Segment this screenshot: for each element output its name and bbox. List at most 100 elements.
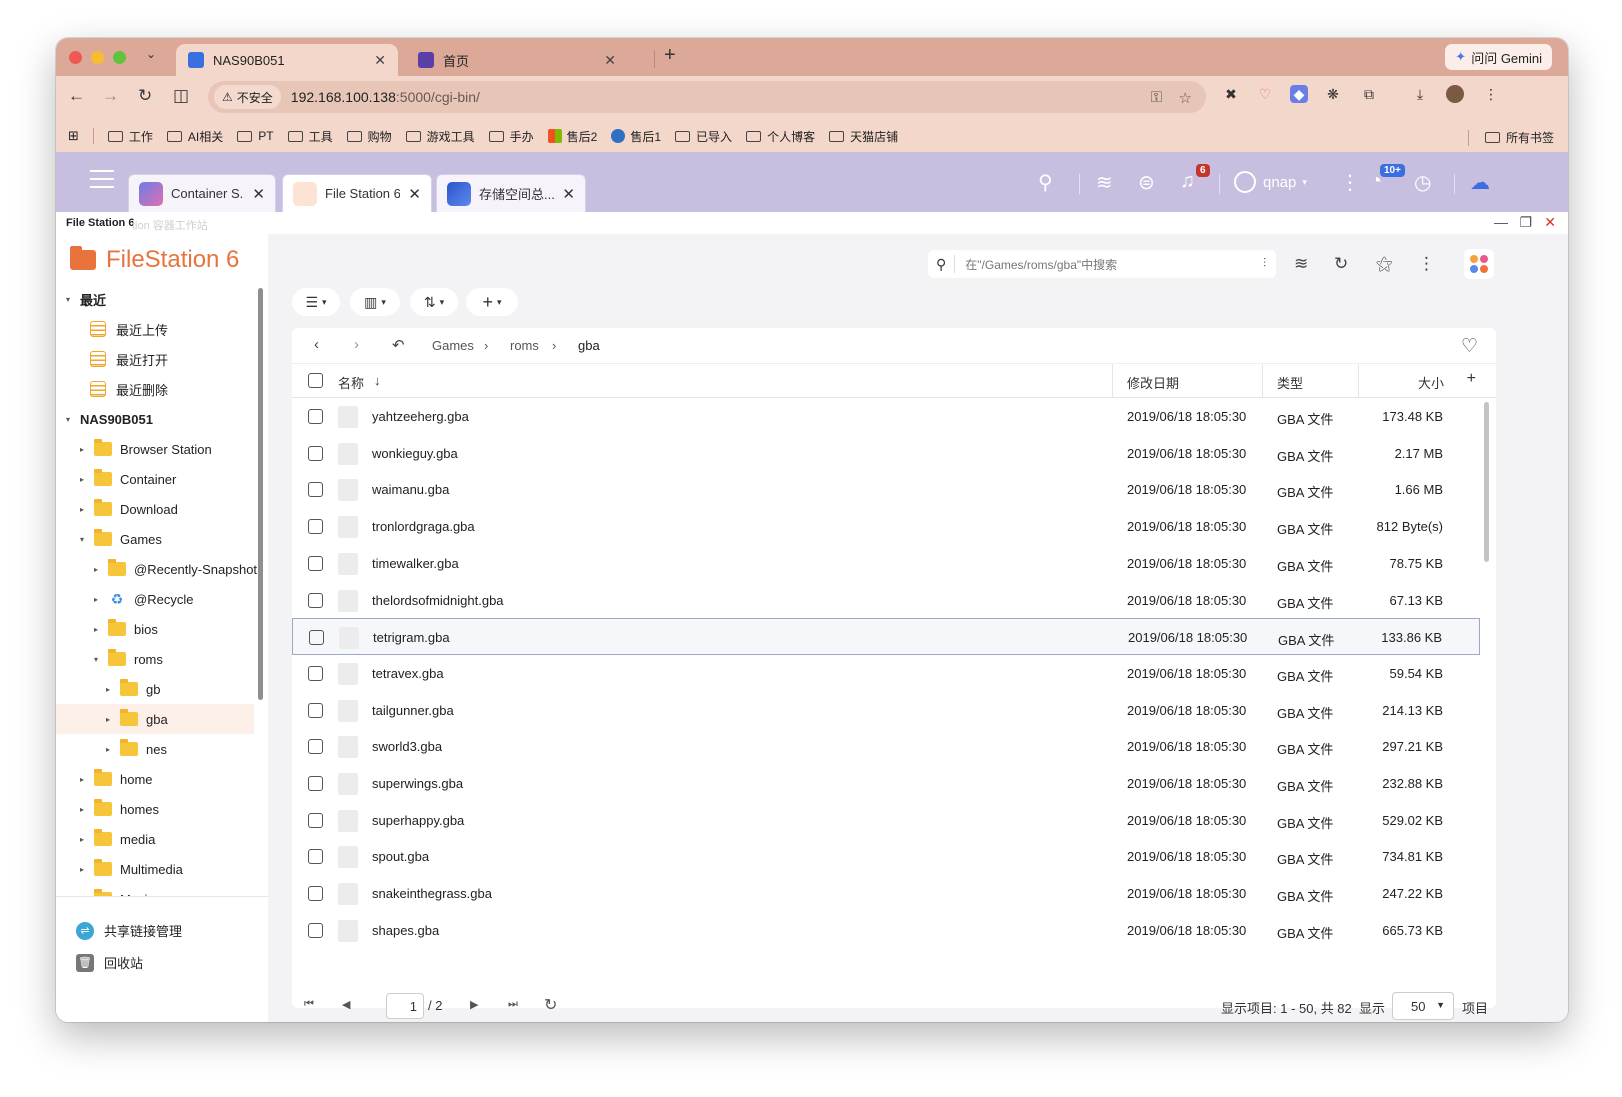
row-checkbox[interactable] — [308, 922, 323, 938]
column-header-name[interactable]: 名称 — [338, 373, 364, 392]
favorite-heart-icon[interactable]: ♡ — [1461, 335, 1478, 358]
browser-tab-home[interactable]: 首页 ✕ — [406, 44, 628, 76]
qnap-tab-file-station[interactable]: File Station 6 ✕ — [282, 174, 432, 212]
caret-right-icon[interactable]: ▸ — [76, 865, 88, 874]
tree-item[interactable]: ▸ ♻ @Recycle — [56, 584, 254, 614]
background-tasks-icon[interactable]: ≋ — [1096, 170, 1113, 195]
panel-dropdown[interactable]: ▥ ▾ — [350, 288, 400, 316]
table-row[interactable]: superhappy.gba 2019/06/18 18:05:30 GBA 文件 5… — [292, 802, 1480, 839]
sort-dropdown[interactable]: ⇅ ▾ — [410, 288, 458, 316]
tree-item[interactable]: ▸ homes — [56, 794, 254, 824]
file-name[interactable]: superhappy.gba — [372, 813, 464, 828]
column-header-size[interactable]: 大小 — [1418, 373, 1444, 392]
main-menu-icon[interactable] — [90, 170, 114, 188]
caret-right-icon[interactable]: ▸ — [76, 835, 88, 844]
close-window-button[interactable] — [69, 51, 82, 64]
maximize-app-icon[interactable]: ❐ — [1519, 214, 1532, 231]
table-row[interactable]: tetrigram.gba 2019/06/18 18:05:30 GBA 文件 13… — [292, 618, 1480, 656]
row-checkbox[interactable] — [308, 665, 323, 681]
close-app-tab-icon[interactable]: ✕ — [562, 185, 575, 203]
file-list-scrollbar[interactable] — [1484, 402, 1489, 562]
table-row[interactable]: thelordsofmidnight.gba 2019/06/18 18:05:3… — [292, 582, 1480, 619]
password-key-icon[interactable]: ⚿ — [1151, 89, 1162, 106]
refresh-icon[interactable]: ↻ — [1334, 254, 1348, 274]
file-name[interactable]: waimanu.gba — [372, 482, 449, 497]
caret-right-icon[interactable]: ▸ — [102, 745, 114, 754]
extensions-puzzle-icon[interactable]: ⧉ — [1360, 85, 1378, 103]
close-tab-icon[interactable]: ✕ — [374, 52, 386, 69]
background-tasks-icon[interactable]: ≋ — [1294, 254, 1308, 274]
address-bar[interactable]: ⚠ 不安全 192.168.100.138:5000/cgi-bin/ ⚿ ☆ — [208, 81, 1206, 113]
tree-item[interactable]: ▸ Download — [56, 494, 254, 524]
table-row[interactable]: tetravex.gba 2019/06/18 18:05:30 GBA 文件 59.… — [292, 655, 1480, 692]
table-row[interactable]: shapes.gba 2019/06/18 18:05:30 GBA 文件 665.7… — [292, 912, 1480, 949]
forward-chevron-icon[interactable]: › — [354, 336, 359, 353]
url-text[interactable]: 192.168.100.138:5000/cgi-bin/ — [291, 89, 480, 105]
file-name[interactable]: tetravex.gba — [372, 666, 444, 681]
tree-item[interactable]: ▸ Container — [56, 464, 254, 494]
search-filter-icon[interactable]: ⫶ — [1263, 256, 1266, 271]
file-name[interactable]: shapes.gba — [372, 923, 439, 938]
close-app-tab-icon[interactable]: ✕ — [252, 185, 265, 203]
breadcrumb-current[interactable]: gba — [578, 338, 600, 353]
extension-heart-icon[interactable]: ♡ — [1256, 85, 1274, 103]
search-icon[interactable]: ⚲ — [1038, 170, 1053, 195]
tree-item[interactable]: ▾ 最近 — [56, 284, 254, 314]
row-checkbox[interactable] — [308, 739, 323, 755]
tree-item[interactable]: 最近打开 — [56, 344, 254, 374]
tree-item[interactable]: ▸ gba — [56, 704, 254, 734]
external-device-icon[interactable]: ⊜ — [1138, 170, 1155, 195]
back-chevron-icon[interactable]: ‹ — [314, 336, 319, 353]
file-name[interactable]: tetrigram.gba — [373, 630, 450, 645]
qnap-tab-storage[interactable]: 存储空间总... ✕ — [436, 174, 586, 212]
previous-page-icon[interactable]: ◀ — [342, 998, 350, 1011]
tree-item[interactable]: ▸ @Recently-Snapshot — [56, 554, 257, 584]
table-row[interactable]: superwings.gba 2019/06/18 18:05:30 GBA 文件 2… — [292, 765, 1480, 802]
bookmark-folder[interactable]: 工作 — [107, 128, 153, 145]
browser-tab-nas[interactable]: NAS90B051 ✕ — [176, 44, 398, 76]
extension-openai-icon[interactable]: ❋ — [1324, 85, 1342, 103]
file-name[interactable]: sworld3.gba — [372, 739, 442, 754]
row-checkbox[interactable] — [308, 409, 323, 424]
row-checkbox[interactable] — [308, 555, 323, 571]
extension-app-icon[interactable]: ◆ — [1290, 85, 1308, 103]
breadcrumb-item[interactable]: Games — [432, 338, 474, 353]
table-row[interactable]: waimanu.gba 2019/06/18 18:05:30 GBA 文件 1.66… — [292, 471, 1480, 508]
row-checkbox[interactable] — [308, 776, 323, 791]
resource-monitor-icon[interactable]: ◷ — [1414, 170, 1431, 195]
file-name[interactable]: snakeinthegrass.gba — [372, 886, 492, 901]
file-name[interactable]: timewalker.gba — [372, 556, 459, 571]
column-divider[interactable] — [1112, 364, 1113, 398]
extension-close-x-icon[interactable]: ✖ — [1222, 85, 1240, 103]
minimize-window-button[interactable] — [91, 51, 104, 64]
browser-menu-icon[interactable]: ⋮ — [1482, 85, 1500, 103]
parent-folder-icon[interactable]: ↶ — [392, 336, 405, 354]
table-row[interactable]: sworld3.gba 2019/06/18 18:05:30 GBA 文件 297.… — [292, 728, 1480, 765]
refresh-icon[interactable]: ↻ — [544, 995, 557, 1015]
add-column-icon[interactable]: + — [1467, 370, 1476, 388]
download-icon[interactable]: ⤓ — [1411, 85, 1429, 103]
apps-grid-icon[interactable]: ⊞ — [68, 128, 79, 144]
caret-right-icon[interactable]: ▸ — [102, 685, 114, 694]
file-name[interactable]: wonkieguy.gba — [372, 446, 458, 461]
row-checkbox[interactable] — [308, 886, 323, 902]
tree-item[interactable]: ▸ Browser Station — [56, 434, 254, 464]
tree-item[interactable]: ▸ home — [56, 764, 254, 794]
split-view-icon[interactable]: ◫ — [173, 86, 189, 106]
bookmark-folder[interactable]: 购物 — [346, 128, 392, 145]
tree-item[interactable]: 最近删除 — [56, 374, 254, 404]
security-chip[interactable]: ⚠ 不安全 — [214, 85, 281, 109]
caret-right-icon[interactable]: ▸ — [90, 625, 102, 634]
forward-arrow-icon[interactable]: → — [102, 86, 119, 106]
caret-down-icon[interactable]: ▾ — [62, 295, 74, 304]
bookmark-folder[interactable]: AI相关 — [166, 128, 223, 145]
column-divider[interactable] — [1358, 364, 1359, 398]
row-checkbox[interactable] — [309, 630, 324, 646]
close-app-icon[interactable]: ✕ — [1544, 214, 1556, 231]
caret-down-icon[interactable]: ▾ — [76, 535, 88, 544]
table-row[interactable]: snakeinthegrass.gba 2019/06/18 18:05:30 GB… — [292, 875, 1480, 912]
tree-item[interactable]: ▾ roms — [56, 644, 254, 674]
sidebar-scrollbar[interactable] — [258, 288, 263, 700]
caret-right-icon[interactable]: ▸ — [102, 715, 114, 724]
user-menu[interactable]: qnap ▾ — [1234, 171, 1307, 193]
